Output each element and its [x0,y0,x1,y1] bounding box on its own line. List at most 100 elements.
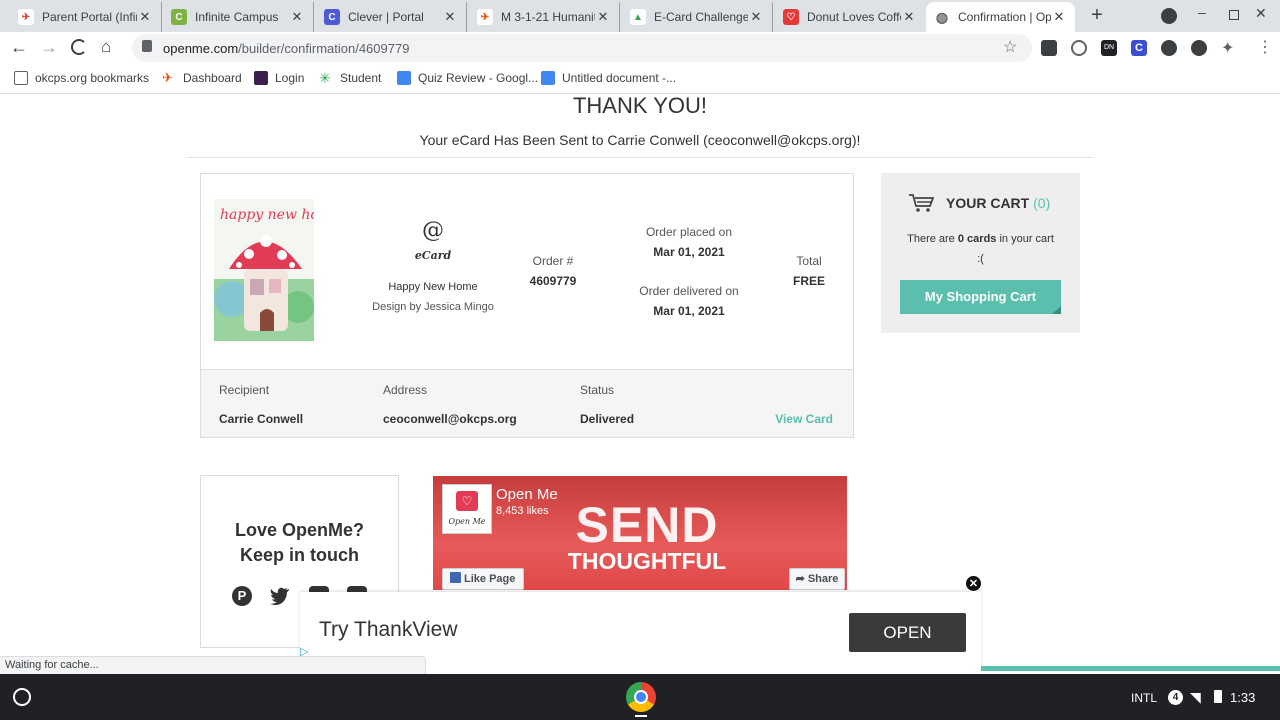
chrome-icon[interactable] [626,682,656,712]
tab-humanities[interactable]: ✈ M 3-1-21 Humanities ✕ [469,2,620,32]
folder-icon [14,71,28,85]
close-tab-icon[interactable]: ✕ [748,9,764,25]
close-tab-icon[interactable]: ✕ [289,9,305,25]
tab-title: Clever | Portal [348,10,424,24]
battery-icon[interactable] [1214,690,1222,703]
tab-donut-loves-coffee[interactable]: ♡ Donut Loves Coffee ✕ [775,2,925,32]
dashboard-favicon-icon: ✈ [162,70,173,85]
extensions-puzzle-icon[interactable]: ✦ [1221,38,1234,58]
bookmark-student[interactable]: ✳ Student [319,71,381,85]
google-docs-icon [397,71,411,85]
fb-likes-count: 8,453 likes [496,505,549,517]
page-heading: THANK YOU! [572,95,708,118]
fb-share-button[interactable]: ➦ Share [789,568,845,590]
bookmark-okcps-folder[interactable]: okcps.org bookmarks [14,71,149,85]
order-number: 4609779 [529,274,577,288]
tab-ecard-challenge[interactable]: ▲ E-Card Challenge ✕ [622,2,773,32]
pinterest-icon[interactable]: P [232,586,252,606]
humanities-favicon-icon: ✈ [477,9,493,25]
browser-toolbar: ← → ⌂ openme.com/builder/confirmation/46… [0,32,1280,64]
clock[interactable]: 1:33 [1230,690,1255,705]
cart-panel: YOUR CART (0) There are 0 cards in your … [881,173,1080,333]
forward-icon[interactable]: → [40,37,58,58]
parent-portal-favicon-icon: ✈ [18,9,34,25]
order-footer: Recipient Carrie Conwell Address ceoconw… [201,369,853,437]
bookmark-quiz-review[interactable]: Quiz Review - Googl... [397,71,538,85]
clever-favicon-icon: C [324,9,340,25]
close-window-icon[interactable]: ✕ [1255,5,1267,22]
ad-open-button[interactable]: OPEN [849,613,966,652]
dn-extension-icon[interactable]: DN [1101,40,1117,56]
restore-icon[interactable] [1229,10,1239,20]
ad-text: Try ThankView [319,618,458,641]
fb-like-page-button[interactable]: Like Page [442,568,524,590]
power-extension-icon[interactable] [1071,40,1087,56]
tab-title: Donut Loves Coffee [807,10,901,24]
card-designer: Design by Jessica Mingo [372,301,494,313]
filter-extension-icon[interactable] [1191,40,1207,56]
order-number-label: Order # [532,254,574,268]
clever-extension-icon[interactable]: C [1131,40,1147,56]
tab-title: E-Card Challenge [654,10,748,24]
ecard-at-icon: @ [422,218,444,243]
back-icon[interactable]: ← [10,37,28,58]
tab-confirmation[interactable]: ◍ Confirmation | OpenMe ✕ [926,2,1075,32]
placed-date: Mar 01, 2021 [653,245,725,259]
cart-text-before: There are [907,233,955,245]
minimize-icon[interactable]: – [1198,4,1212,20]
my-shopping-cart-button[interactable]: My Shopping Cart [900,280,1061,314]
close-tab-icon[interactable]: ✕ [901,9,917,25]
bookmark-untitled-document[interactable]: Untitled document -... [541,71,676,85]
shopping-cart-icon [909,194,934,212]
banner-send-text: SEND [575,497,719,553]
extension-spy-icon[interactable] [1041,40,1057,56]
view-card-link[interactable]: View Card [761,412,833,426]
bookmark-label: Dashboard [183,71,242,85]
wifi-icon[interactable]: ◥ [1190,689,1201,706]
twitter-icon[interactable] [270,587,290,605]
bookmark-dashboard[interactable]: ✈ Dashboard [162,70,242,86]
tab-parent-portal[interactable]: ✈ Parent Portal (Infinite ✕ [10,2,162,32]
status-label: Status [580,383,615,397]
share-arrow-icon: ➦ [795,573,805,585]
menu-kebab-icon[interactable]: ⋮ [1257,37,1273,57]
facebook-page-widget[interactable]: SEND THOUGHTFUL ♡ Open Me Open Me 8,453 … [433,476,847,590]
ad-close-icon[interactable]: ✕ [965,575,982,592]
bookmark-login[interactable]: Login [254,71,304,85]
ime-indicator[interactable]: INTL [1131,691,1157,705]
close-tab-icon[interactable]: ✕ [442,9,458,25]
card-thumbnail[interactable]: happy new home [214,199,314,341]
tab-title: M 3-1-21 Humanities [501,10,595,24]
tab-strip: ✈ Parent Portal (Infinite ✕ C Infinite C… [0,0,1280,32]
bookmark-star-icon[interactable]: ☆ [1003,37,1017,57]
url-domain: openme.com [163,41,239,56]
close-tab-icon[interactable]: ✕ [1051,9,1067,25]
loading-spinner-icon[interactable] [71,39,87,55]
close-tab-icon[interactable]: ✕ [595,9,611,25]
ecard-label: eCard [414,249,452,262]
address-label: Address [383,383,428,397]
launcher-icon[interactable] [13,688,31,706]
like-page-label: Like Page [464,573,516,585]
cart-title: YOUR CART [946,195,1030,211]
tab-search-icon[interactable] [1161,8,1177,24]
new-tab-icon[interactable]: + [1087,4,1107,26]
bookmark-label: Student [340,71,382,85]
tab-clever-portal[interactable]: C Clever | Portal ✕ [316,2,467,32]
address-bar[interactable]: openme.com/builder/confirmation/4609779 … [132,34,1032,62]
openme-favicon-icon: ♡ [783,9,799,25]
tab-infinite-campus[interactable]: C Infinite Campus ✕ [163,2,314,32]
recipient-value: Carrie Conwell [219,412,304,426]
fb-page-name[interactable]: Open Me [496,486,558,503]
notification-count-badge[interactable]: 4 [1168,690,1183,705]
sent-message: Your eCard Has Been Sent to Carrie Conwe… [419,132,861,148]
shield-extension-icon[interactable] [1161,40,1177,56]
cart-count-text: 0 cards [957,233,997,245]
recipient-label: Recipient [219,383,270,397]
home-icon[interactable]: ⌂ [101,37,111,57]
bookmark-label: Untitled document -... [562,71,677,85]
close-tab-icon[interactable]: ✕ [137,9,153,25]
bookmark-label: Quiz Review - Googl... [418,71,539,85]
openme-logo[interactable]: ♡ Open Me [442,484,492,534]
social-heading-line1: Love OpenMe? [234,520,364,540]
